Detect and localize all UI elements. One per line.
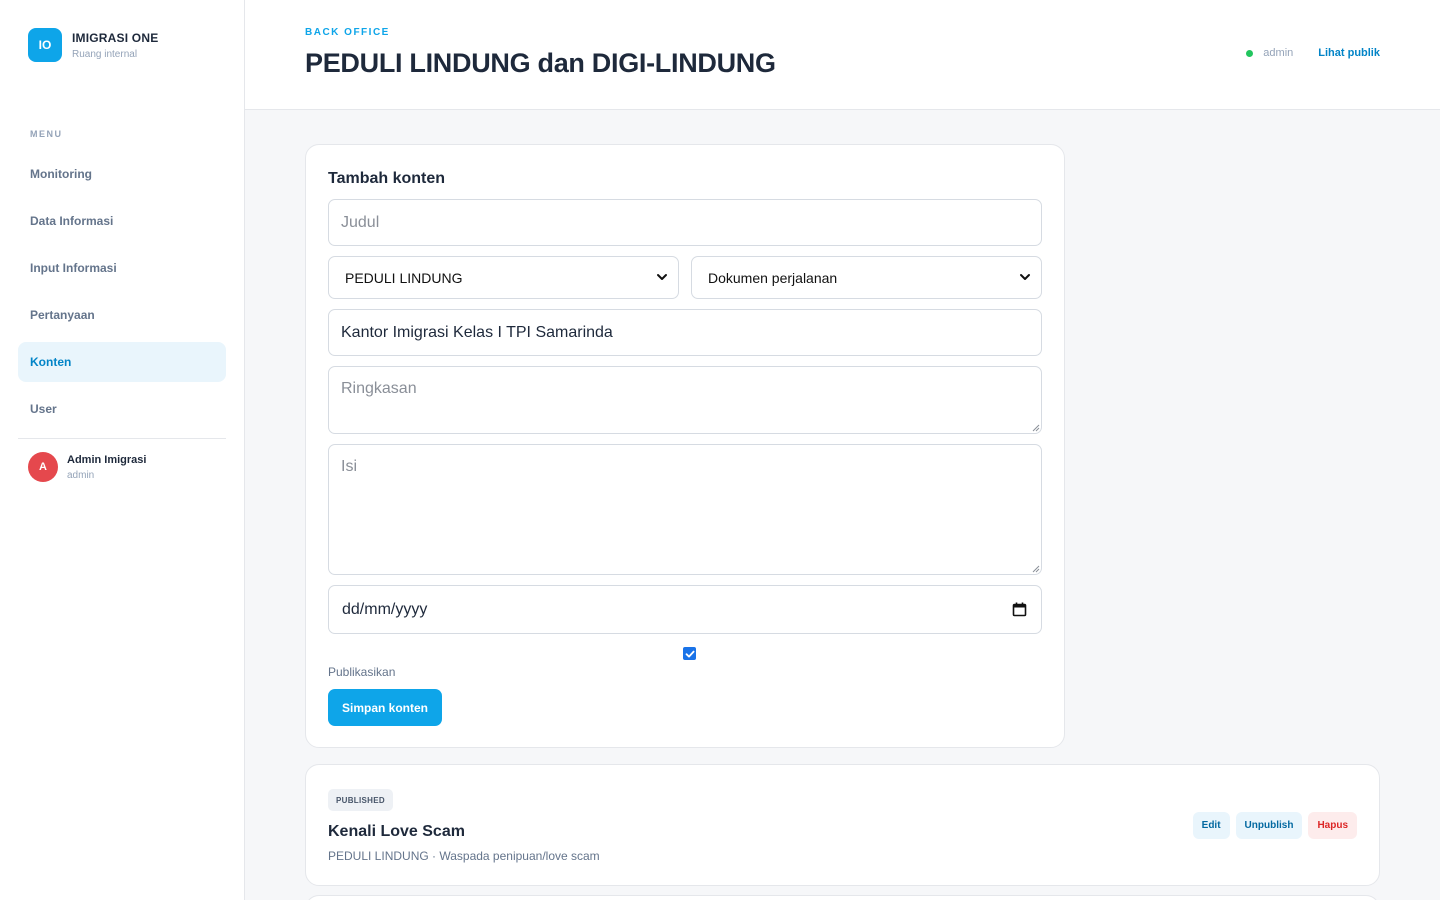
publish-checkbox[interactable] xyxy=(683,647,696,660)
sidebar-item-data-informasi[interactable]: Data Informasi xyxy=(18,201,226,241)
content-item: PUBLISHED Kenali Love Scam PEDULI LINDUN… xyxy=(305,764,1380,886)
content-item-title: Kenali Love Scam xyxy=(328,823,465,840)
page-eyebrow: BACK OFFICE xyxy=(305,27,390,38)
user-name: Admin Imigrasi xyxy=(67,453,147,466)
sidebar-item-monitoring[interactable]: Monitoring xyxy=(18,154,226,194)
category-select[interactable]: Dokumen perjalanan xyxy=(691,256,1042,299)
content-item-actions: Edit Unpublish Hapus xyxy=(1187,812,1357,839)
save-content-button[interactable]: Simpan konten xyxy=(328,689,443,726)
sidebar-divider xyxy=(18,438,226,439)
content-item-meta: PEDULI LINDUNG · Waspada penipuan/love s… xyxy=(328,849,600,863)
status-badge: PUBLISHED xyxy=(328,789,393,811)
user-role: admin xyxy=(67,469,95,481)
summary-textarea[interactable] xyxy=(328,366,1042,434)
sidebar-item-user[interactable]: User xyxy=(18,389,226,429)
page-title: PEDULI LINDUNG dan DIGI-LINDUNG xyxy=(305,48,776,78)
sidebar-item-input-informasi[interactable]: Input Informasi xyxy=(18,248,226,288)
checkmark-icon xyxy=(685,650,694,657)
brand-subtitle: Ruang internal xyxy=(72,48,138,60)
online-status-icon xyxy=(1246,49,1254,57)
calendar-icon[interactable] xyxy=(1012,602,1027,617)
header-username: admin xyxy=(1263,47,1294,59)
chevron-down-icon xyxy=(657,274,667,280)
sidebar: IO IMIGRASI ONE Ruang internal MENU Moni… xyxy=(0,0,245,900)
sidebar-item-konten[interactable]: Konten xyxy=(18,342,226,382)
title-input[interactable] xyxy=(328,199,1042,246)
edit-button[interactable]: Edit xyxy=(1192,812,1230,839)
menu-label: MENU xyxy=(30,129,63,139)
brand-name: IMIGRASI ONE xyxy=(72,30,159,45)
chevron-down-icon xyxy=(1020,274,1030,280)
add-content-form: Tambah konten PEDULI LINDUNG Dokumen per… xyxy=(305,144,1065,748)
office-input[interactable] xyxy=(328,309,1042,356)
program-select[interactable]: PEDULI LINDUNG xyxy=(328,256,679,299)
category-select-value: Dokumen perjalanan xyxy=(708,269,838,286)
brand-logo: IO xyxy=(28,28,62,62)
sidebar-item-pertanyaan[interactable]: Pertanyaan xyxy=(18,295,226,335)
publish-label: Publikasikan xyxy=(328,665,396,679)
page-header: BACK OFFICE PEDULI LINDUNG dan DIGI-LIND… xyxy=(245,0,1440,110)
sidebar-menu: Monitoring Data Informasi Input Informas… xyxy=(18,154,226,436)
delete-button[interactable]: Hapus xyxy=(1308,812,1357,839)
date-input[interactable]: dd/mm/yyyy xyxy=(328,585,1042,634)
unpublish-button[interactable]: Unpublish xyxy=(1235,812,1303,839)
content-item-next xyxy=(305,895,1380,900)
avatar: A xyxy=(28,452,58,482)
date-input-placeholder: dd/mm/yyyy xyxy=(342,600,428,618)
form-title: Tambah konten xyxy=(328,170,446,187)
view-public-link[interactable]: Lihat publik xyxy=(1318,47,1380,59)
body-textarea[interactable] xyxy=(328,444,1042,575)
program-select-value: PEDULI LINDUNG xyxy=(345,269,463,286)
brand[interactable]: IO IMIGRASI ONE Ruang internal xyxy=(28,28,158,62)
current-user[interactable]: A Admin Imigrasi admin xyxy=(28,452,146,482)
